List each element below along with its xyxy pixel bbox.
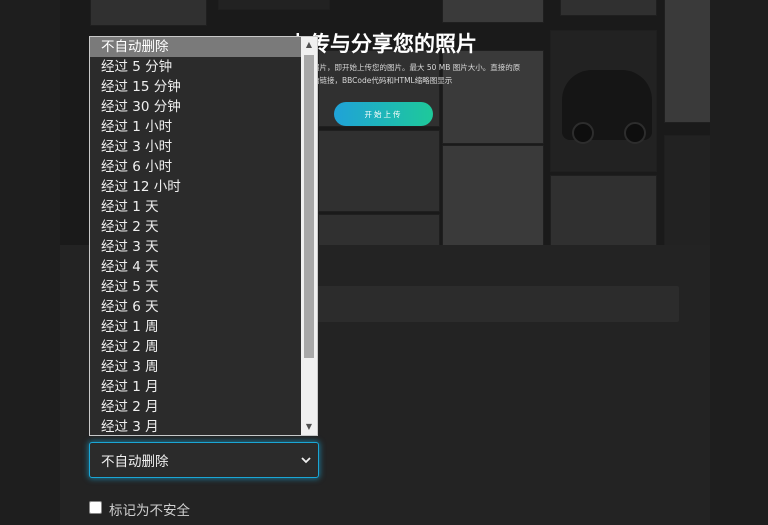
nsfw-label: 标记为不安全 bbox=[109, 502, 190, 519]
scroll-up-icon[interactable]: ▲ bbox=[301, 37, 317, 53]
photo-tile bbox=[442, 0, 544, 23]
dropdown-option[interactable]: 经过 6 小时 bbox=[90, 157, 302, 177]
dropdown-option[interactable]: 经过 3 小时 bbox=[90, 137, 302, 157]
dropdown-option[interactable]: 经过 1 月 bbox=[90, 377, 302, 397]
nsfw-option[interactable]: 标记为不安全 bbox=[89, 497, 190, 519]
dropdown-option[interactable]: 经过 3 月 bbox=[90, 417, 302, 435]
photo-tile bbox=[664, 135, 710, 245]
nsfw-checkbox[interactable] bbox=[89, 500, 102, 514]
dropdown-options: 不自动删除 经过 5 分钟 经过 15 分钟 经过 30 分钟 经过 1 小时 经过 3 … bbox=[90, 37, 302, 435]
dropdown-scrollbar[interactable]: ▲ ▼ bbox=[301, 37, 317, 435]
dropdown-option[interactable]: 经过 5 分钟 bbox=[90, 57, 302, 77]
photo-tile bbox=[90, 0, 207, 26]
start-upload-button[interactable]: 开始上传 bbox=[334, 102, 433, 126]
dropdown-option[interactable]: 经过 1 天 bbox=[90, 197, 302, 217]
auto-delete-select[interactable]: 不自动删除 bbox=[89, 442, 319, 478]
photo-tile bbox=[318, 130, 440, 212]
photo-tile bbox=[218, 0, 330, 10]
left-gutter bbox=[0, 0, 60, 525]
hero-description: 照片，即开始上传您的图片。最大 50 MB 图片大小。直接的原始链接，BBCod… bbox=[312, 63, 521, 85]
auto-delete-selected-value: 不自动删除 bbox=[101, 454, 169, 470]
dropdown-option[interactable]: 经过 1 小时 bbox=[90, 117, 302, 137]
dropdown-option[interactable]: 经过 3 天 bbox=[90, 237, 302, 257]
photo-tile bbox=[442, 145, 544, 245]
scroll-down-icon[interactable]: ▼ bbox=[301, 419, 317, 435]
dropdown-option[interactable]: 经过 5 天 bbox=[90, 277, 302, 297]
hero-title: 上传与分享您的照片 bbox=[288, 32, 477, 56]
car-wheel bbox=[572, 122, 594, 144]
auto-delete-dropdown-list[interactable]: 不自动删除 经过 5 分钟 经过 15 分钟 经过 30 分钟 经过 1 小时 经过 3 … bbox=[89, 36, 318, 436]
dropdown-option[interactable]: 经过 3 周 bbox=[90, 357, 302, 377]
dropdown-option[interactable]: 经过 2 月 bbox=[90, 397, 302, 417]
dropdown-option[interactable]: 经过 1 周 bbox=[90, 317, 302, 337]
photo-tile bbox=[318, 214, 440, 245]
right-gutter bbox=[710, 0, 768, 525]
dropdown-option[interactable]: 经过 2 天 bbox=[90, 217, 302, 237]
dropdown-option[interactable]: 经过 6 天 bbox=[90, 297, 302, 317]
dropdown-option[interactable]: 不自动删除 bbox=[90, 37, 302, 57]
dropdown-option[interactable]: 经过 2 周 bbox=[90, 337, 302, 357]
dropdown-option[interactable]: 经过 15 分钟 bbox=[90, 77, 302, 97]
photo-tile bbox=[550, 175, 657, 245]
dropdown-option[interactable]: 经过 12 小时 bbox=[90, 177, 302, 197]
dropdown-option[interactable]: 经过 30 分钟 bbox=[90, 97, 302, 117]
scroll-thumb[interactable] bbox=[304, 55, 314, 358]
chevron-down-icon bbox=[301, 457, 311, 464]
photo-tile bbox=[560, 0, 657, 16]
car-wheel bbox=[624, 122, 646, 144]
dropdown-option[interactable]: 经过 4 天 bbox=[90, 257, 302, 277]
photo-tile bbox=[664, 0, 710, 123]
